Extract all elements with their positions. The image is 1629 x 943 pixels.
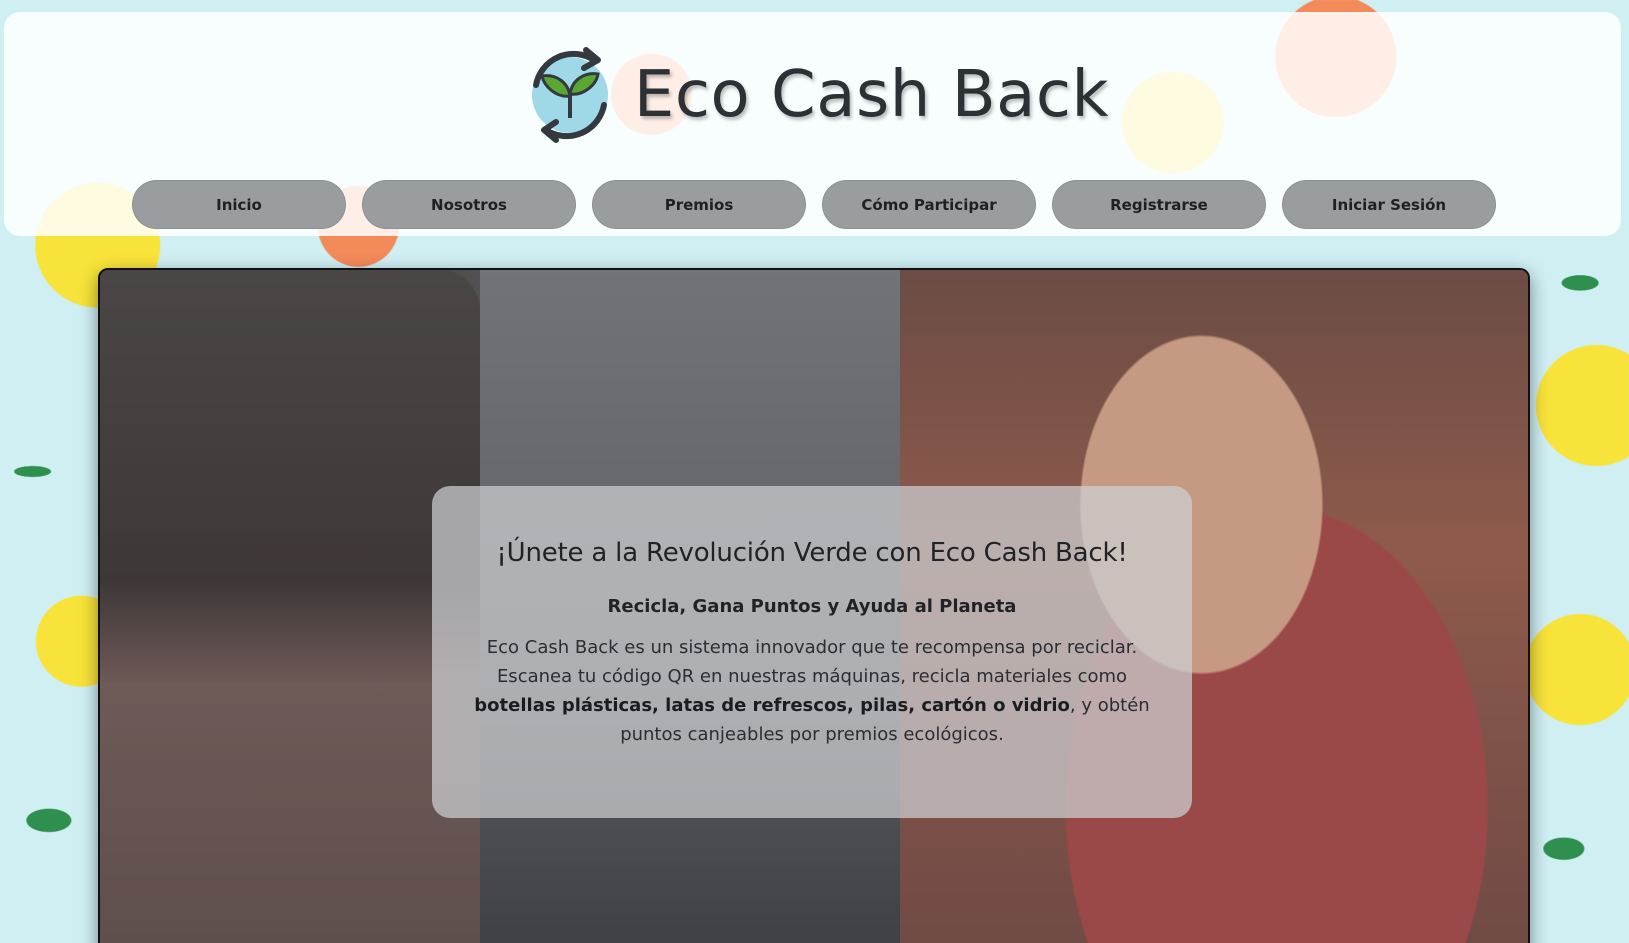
- hero-background-left: [100, 270, 480, 943]
- nav-nosotros-button[interactable]: Nosotros: [362, 180, 576, 229]
- hero-card: ¡Únete a la Revolución Verde con Eco Cas…: [432, 486, 1192, 818]
- leaf-recycle-icon: [516, 30, 624, 160]
- nav-iniciar-sesion-button[interactable]: Iniciar Sesión: [1282, 180, 1496, 229]
- hero-description-materials: botellas plásticas, latas de refrescos, …: [474, 695, 1070, 716]
- site-title: Eco Cash Back: [633, 58, 1110, 132]
- hero-subtitle: Recicla, Gana Puntos y Ayuda al Planeta: [607, 596, 1017, 617]
- hero-title: ¡Únete a la Revolución Verde con Eco Cas…: [496, 538, 1128, 568]
- main-nav: Inicio Nosotros Premios Cómo Participar …: [132, 180, 1496, 229]
- site-header: Eco Cash Back Inicio Nosotros Premios Có…: [4, 12, 1621, 236]
- nav-premios-button[interactable]: Premios: [592, 180, 806, 229]
- brand[interactable]: Eco Cash Back: [4, 30, 1621, 160]
- nav-registrarse-button[interactable]: Registrarse: [1052, 180, 1266, 229]
- nav-inicio-button[interactable]: Inicio: [132, 180, 346, 229]
- hero-description: Eco Cash Back es un sistema innovador qu…: [474, 633, 1150, 749]
- hero-description-start: Eco Cash Back es un sistema innovador qu…: [486, 637, 1138, 687]
- nav-como-participar-button[interactable]: Cómo Participar: [822, 180, 1036, 229]
